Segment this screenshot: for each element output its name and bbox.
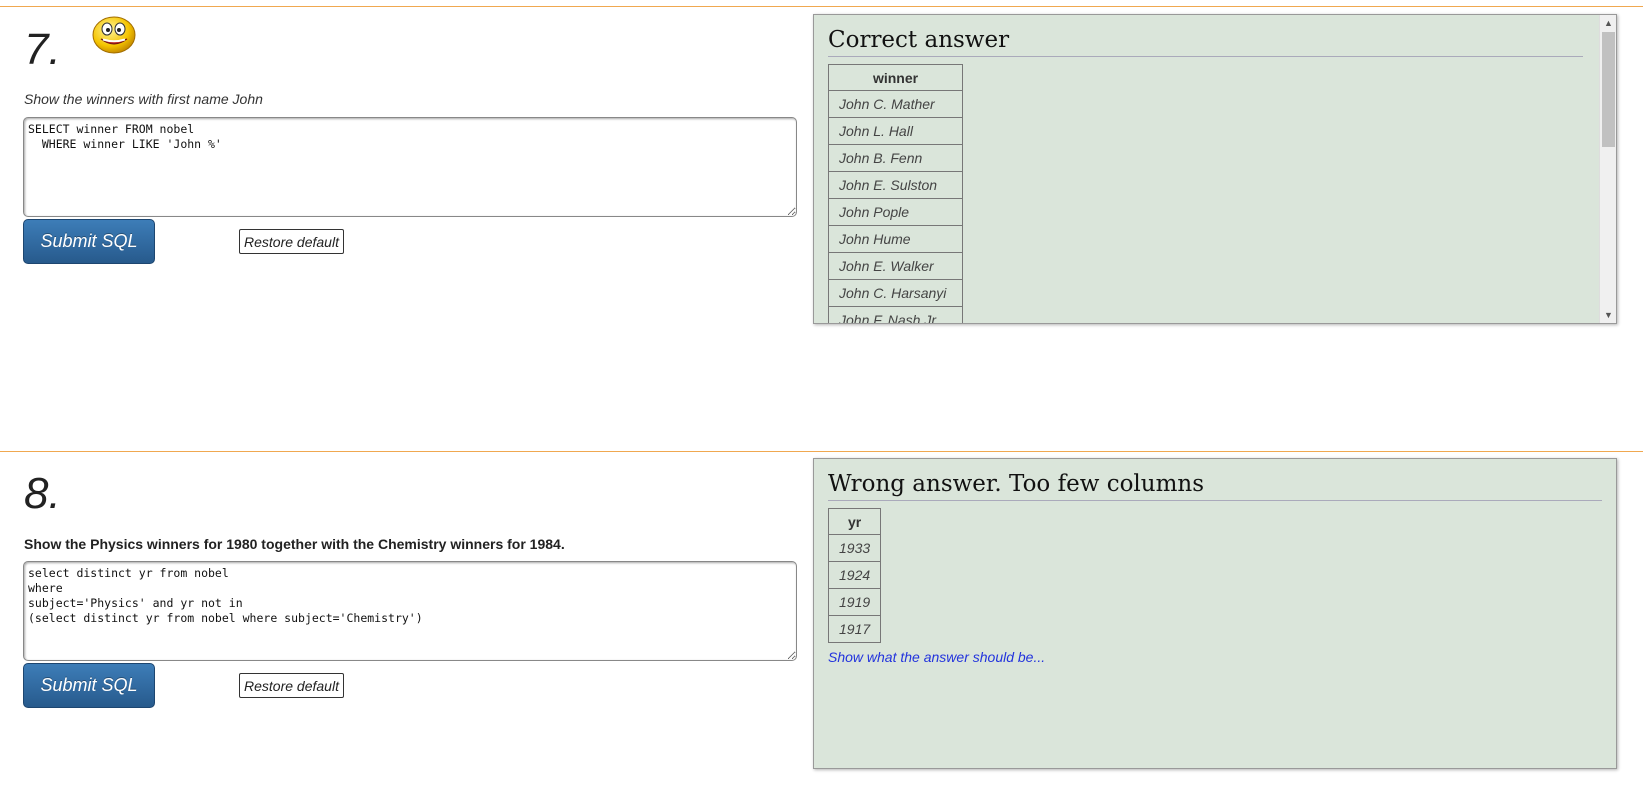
table-row: John C. Mather	[828, 90, 963, 118]
table-cell: John Pople	[828, 198, 963, 226]
table-cell: John B. Fenn	[828, 144, 963, 172]
question-prompt: Show the winners with first name John	[24, 91, 263, 107]
sql-editor[interactable]: select distinct yr from nobel where subj…	[23, 561, 797, 661]
table-cell: John Hume	[828, 225, 963, 253]
result-title: Correct answer	[828, 27, 1583, 57]
result-title: Wrong answer. Too few columns	[828, 471, 1602, 501]
scroll-down-icon[interactable]: ▼	[1600, 307, 1616, 323]
submit-sql-button[interactable]: Submit SQL	[23, 663, 155, 708]
table-row: 1933	[827, 534, 882, 562]
result-panel: Wrong answer. Too few columns yr 1933 19…	[813, 458, 1617, 769]
table-cell: John C. Harsanyi	[828, 279, 963, 307]
column-header: winner	[828, 64, 963, 91]
section-divider	[0, 6, 1643, 7]
table-cell: John C. Mather	[828, 90, 963, 118]
restore-default-button[interactable]: Restore default	[239, 229, 344, 254]
section-divider	[0, 451, 1643, 452]
table-row: John B. Fenn	[828, 144, 963, 172]
question-number: 8.	[24, 469, 61, 518]
table-row: 1917	[827, 615, 882, 643]
table-row: 1924	[827, 561, 882, 589]
result-table: yr 1933 1924 1919 1917	[827, 508, 882, 643]
table-cell: 1919	[827, 588, 882, 616]
column-header: yr	[827, 508, 882, 535]
table-row: John Hume	[828, 225, 963, 253]
table-row: John Pople	[828, 198, 963, 226]
table-cell: John E. Sulston	[828, 171, 963, 199]
table-row: John E. Sulston	[828, 171, 963, 199]
table-cell: John F. Nash Jr.	[828, 306, 963, 323]
result-table: winner John C. Mather John L. Hall John …	[828, 64, 963, 323]
scrollbar-thumb[interactable]	[1602, 32, 1615, 147]
result-panel: Correct answer winner John C. Mather Joh…	[813, 14, 1617, 324]
sql-editor[interactable]: SELECT winner FROM nobel WHERE winner LI…	[23, 117, 797, 217]
submit-sql-button[interactable]: Submit SQL	[23, 219, 155, 264]
vertical-scrollbar[interactable]: ▲ ▼	[1599, 15, 1616, 323]
table-cell: 1917	[827, 615, 882, 643]
table-row: John F. Nash Jr.	[828, 306, 963, 323]
table-cell: 1933	[827, 534, 882, 562]
smiley-icon	[92, 16, 136, 54]
restore-default-button[interactable]: Restore default	[239, 673, 344, 698]
table-cell: John E. Walker	[828, 252, 963, 280]
question-number: 7.	[24, 25, 61, 74]
scroll-up-icon[interactable]: ▲	[1600, 15, 1616, 31]
table-row: John C. Harsanyi	[828, 279, 963, 307]
show-answer-link[interactable]: Show what the answer should be...	[828, 649, 1045, 665]
table-cell: 1924	[827, 561, 882, 589]
table-cell: John L. Hall	[828, 117, 963, 145]
table-row: 1919	[827, 588, 882, 616]
question-prompt: Show the Physics winners for 1980 togeth…	[24, 536, 565, 552]
table-row: John L. Hall	[828, 117, 963, 145]
table-row: John E. Walker	[828, 252, 963, 280]
